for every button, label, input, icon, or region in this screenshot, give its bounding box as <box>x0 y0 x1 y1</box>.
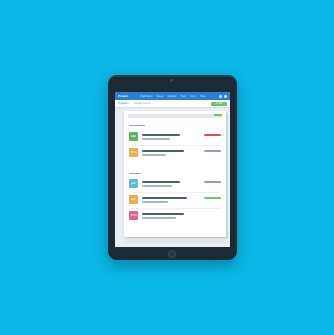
row-badge: TLS <box>129 148 138 157</box>
row-status-line <box>204 150 221 152</box>
row-badge: AE <box>129 195 138 204</box>
row-divider <box>129 192 221 193</box>
row-title-line <box>142 213 184 215</box>
row-badge: TPO <box>129 211 138 220</box>
row-subtitle-line <box>142 138 170 140</box>
notification-icon[interactable] <box>219 94 222 98</box>
tablet-device: Project Dashboard Issues Reports Team Do… <box>108 75 237 260</box>
row-title-line <box>142 150 184 152</box>
list-item[interactable]: TPO <box>129 211 221 221</box>
section-heading-1 <box>129 125 145 126</box>
tab-assignments[interactable]: Assignments <box>134 102 151 105</box>
row-title-line <box>142 134 180 136</box>
row-divider <box>129 208 221 209</box>
list-item[interactable]: HB <box>129 132 221 142</box>
top-navigation-bar: Project Dashboard Issues Reports Team Do… <box>115 92 230 100</box>
section-heading-2 <box>129 173 141 174</box>
nav-item-help[interactable]: Help <box>200 95 205 98</box>
row-subtitle-line <box>142 154 166 156</box>
row-subtitle-line <box>142 185 172 187</box>
list-item[interactable]: AC <box>129 179 221 189</box>
nav-item-dashboard[interactable]: Dashboard <box>140 95 152 98</box>
topbar-actions <box>219 94 227 98</box>
nav-item-docs[interactable]: Docs <box>191 95 197 98</box>
home-button[interactable] <box>168 250 176 258</box>
list-item[interactable]: TLS <box>129 148 221 158</box>
row-divider <box>129 145 221 146</box>
row-title-line <box>142 197 187 199</box>
row-status-line <box>204 197 221 199</box>
nav-item-reports[interactable]: Reports <box>168 95 177 98</box>
row-subtitle-line <box>142 217 176 219</box>
row-subtitle-line <box>142 201 168 203</box>
row-title-line <box>142 181 180 183</box>
sheet-header-bar <box>128 114 222 118</box>
new-item-button[interactable]: + New <box>211 101 227 106</box>
sub-toolbar: Projects Assignments + New <box>115 100 230 108</box>
sheet-status-indicator <box>214 114 222 116</box>
sheet-footer <box>124 238 226 243</box>
avatar[interactable] <box>224 94 227 98</box>
nav-item-team[interactable]: Team <box>180 95 186 98</box>
tablet-screen: Project Dashboard Issues Reports Team Do… <box>115 92 230 247</box>
row-status-line <box>204 134 221 136</box>
nav-item-issues[interactable]: Issues <box>156 95 163 98</box>
row-badge: AC <box>129 179 138 188</box>
row-badge: HB <box>129 132 138 141</box>
list-item[interactable]: AE <box>129 195 221 205</box>
camera-icon <box>170 79 173 82</box>
app-brand[interactable]: Project <box>118 94 128 98</box>
tab-projects[interactable]: Projects <box>118 102 129 105</box>
row-status-line <box>204 181 221 183</box>
document-sheet: HB TLS AC AE TPO <box>124 111 226 237</box>
